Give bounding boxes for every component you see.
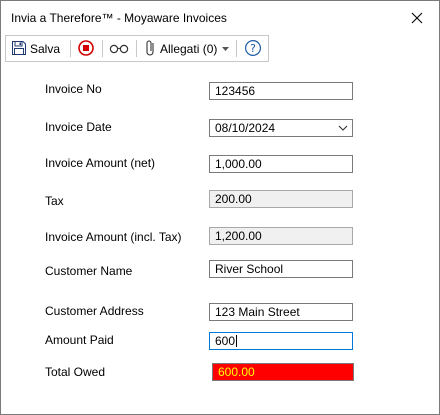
invoice-amount-incl-field: 1,200.00 [209, 227, 353, 245]
attachments-button[interactable]: Allegati (0) [142, 38, 234, 59]
tax-label: Tax [45, 194, 64, 208]
save-button[interactable]: Salva [10, 38, 66, 59]
tax-field: 200.00 [209, 190, 353, 208]
invoice-date-label: Invoice Date [45, 120, 112, 134]
invoice-date-picker[interactable]: 08/10/2024 [209, 119, 353, 137]
total-owed-field: 600.00 [212, 363, 354, 381]
amount-paid-input[interactable]: 600 [209, 332, 353, 350]
invoice-amount-incl-label: Invoice Amount (incl. Tax) [45, 230, 182, 244]
toolbar-separator [102, 40, 103, 57]
chevron-down-icon[interactable] [338, 125, 348, 131]
toolbar: Salva Allegati (0) ? [5, 35, 269, 62]
chevron-down-icon [222, 47, 229, 51]
close-button[interactable] [405, 7, 429, 29]
invoice-amount-net-input[interactable]: 1,000.00 [209, 155, 353, 173]
toolbar-separator [70, 40, 71, 57]
dialog-window: Invia a Therefore™ - Moyaware Invoices S… [0, 0, 440, 415]
amount-paid-label: Amount Paid [45, 333, 114, 347]
view-button[interactable] [108, 38, 130, 59]
invoice-amount-net-label: Invoice Amount (net) [45, 156, 156, 170]
stop-button[interactable] [76, 38, 96, 59]
svg-text:?: ? [250, 42, 256, 55]
title-bar: Invia a Therefore™ - Moyaware Invoices [1, 1, 439, 35]
save-label: Salva [30, 42, 61, 56]
help-icon: ? [244, 39, 262, 57]
stop-icon [78, 40, 94, 56]
window-title: Invia a Therefore™ - Moyaware Invoices [11, 11, 227, 25]
toolbar-separator [136, 40, 137, 57]
customer-name-input[interactable]: River School [209, 260, 353, 278]
toolbar-separator [236, 40, 237, 57]
total-owed-label: Total Owed [45, 365, 106, 379]
paperclip-icon [146, 40, 154, 56]
attachments-label: Allegati (0) [160, 42, 218, 56]
customer-name-label: Customer Name [45, 264, 133, 278]
invoice-date-value: 08/10/2024 [215, 121, 276, 135]
invoice-no-label: Invoice No [45, 82, 102, 96]
close-icon [411, 12, 423, 24]
glasses-icon [109, 44, 129, 54]
text-cursor [236, 335, 238, 347]
help-button[interactable]: ? [242, 38, 264, 59]
invoice-no-input[interactable]: 123456 [209, 82, 353, 100]
floppy-disk-icon [12, 41, 26, 55]
amount-paid-value: 600 [215, 334, 236, 348]
customer-address-label: Customer Address [45, 304, 144, 318]
customer-address-input[interactable]: 123 Main Street [209, 303, 353, 321]
